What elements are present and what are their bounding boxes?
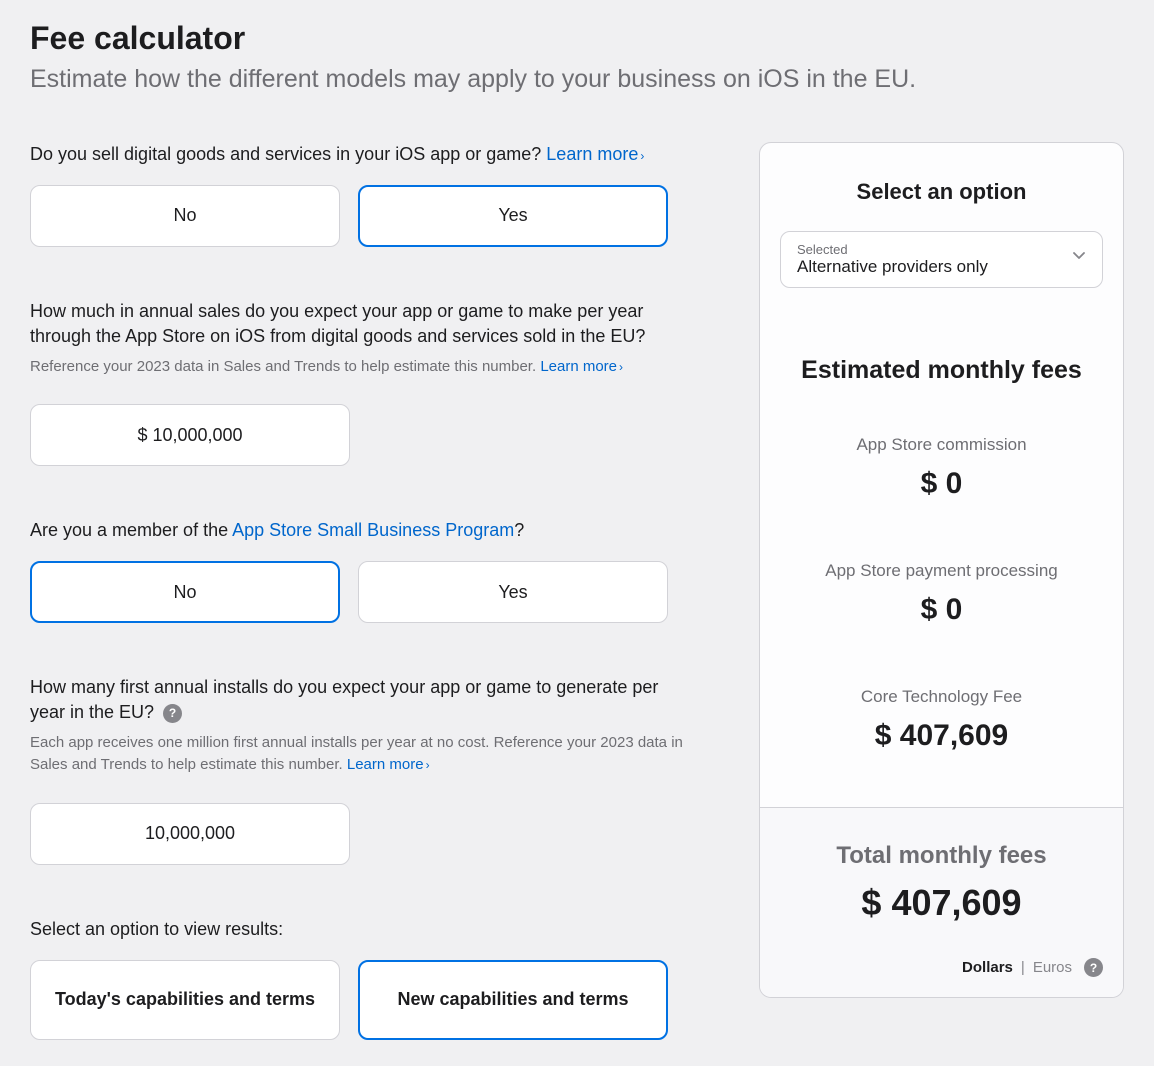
q4-helper: Each app receives one million first annu… bbox=[30, 732, 689, 777]
provider-select[interactable]: Selected Alternative providers only bbox=[780, 231, 1103, 288]
help-icon[interactable]: ? bbox=[163, 704, 182, 723]
page-subtitle: Estimate how the different models may ap… bbox=[30, 65, 1124, 94]
total-value: $ 407,609 bbox=[780, 882, 1103, 924]
fee-processing: App Store payment processing $ 0 bbox=[780, 561, 1103, 627]
page-title: Fee calculator bbox=[30, 20, 1124, 57]
q4-question: How many first annual installs do you ex… bbox=[30, 675, 689, 725]
currency-dollars[interactable]: Dollars bbox=[962, 959, 1013, 976]
q2-question: How much in annual sales do you expect y… bbox=[30, 299, 689, 349]
q1-text: Do you sell digital goods and services i… bbox=[30, 144, 541, 164]
q1-learn-more-link[interactable]: Learn more› bbox=[546, 144, 644, 164]
select-label: Selected bbox=[797, 242, 1086, 257]
q3-question: Are you a member of the App Store Small … bbox=[30, 518, 689, 543]
fee-ctf-label: Core Technology Fee bbox=[780, 687, 1103, 707]
chevron-down-icon bbox=[1072, 248, 1086, 267]
chevron-right-icon: › bbox=[619, 358, 623, 376]
estimated-fees-title: Estimated monthly fees bbox=[780, 356, 1103, 385]
total-section: Total monthly fees $ 407,609 Dollars | E… bbox=[760, 807, 1123, 997]
q3-option-no[interactable]: No bbox=[30, 561, 340, 623]
select-value: Alternative providers only bbox=[797, 257, 1086, 277]
divider: | bbox=[1021, 959, 1025, 976]
q2-learn-more-link[interactable]: Learn more› bbox=[540, 358, 623, 375]
fee-commission-label: App Store commission bbox=[780, 435, 1103, 455]
q1-option-no[interactable]: No bbox=[30, 185, 340, 247]
results-panel: Select an option Selected Alternative pr… bbox=[759, 142, 1124, 998]
q2-helper: Reference your 2023 data in Sales and Tr… bbox=[30, 356, 689, 379]
fee-processing-value: $ 0 bbox=[780, 593, 1103, 627]
currency-help-icon[interactable]: ? bbox=[1084, 958, 1103, 977]
annual-installs-input[interactable]: 10,000,000 bbox=[30, 803, 350, 865]
currency-toggle: Dollars | Euros ? bbox=[780, 958, 1103, 977]
sbp-link[interactable]: App Store Small Business Program bbox=[232, 520, 514, 540]
q5-option-new[interactable]: New capabilities and terms bbox=[358, 960, 668, 1040]
panel-select-title: Select an option bbox=[780, 179, 1103, 205]
fee-ctf-value: $ 407,609 bbox=[780, 719, 1103, 753]
q3-option-yes[interactable]: Yes bbox=[358, 561, 668, 623]
q4-learn-more-link[interactable]: Learn more› bbox=[347, 756, 430, 773]
q1-question: Do you sell digital goods and services i… bbox=[30, 142, 689, 167]
q5-option-today[interactable]: Today's capabilities and terms bbox=[30, 960, 340, 1040]
q1-option-yes[interactable]: Yes bbox=[358, 185, 668, 247]
fee-commission-value: $ 0 bbox=[780, 467, 1103, 501]
total-label: Total monthly fees bbox=[780, 842, 1103, 870]
fee-commission: App Store commission $ 0 bbox=[780, 435, 1103, 501]
annual-sales-input[interactable]: $ 10,000,000 bbox=[30, 404, 350, 466]
chevron-right-icon: › bbox=[426, 756, 430, 774]
chevron-right-icon: › bbox=[640, 148, 644, 165]
currency-euros[interactable]: Euros bbox=[1033, 959, 1072, 976]
q5-question: Select an option to view results: bbox=[30, 917, 689, 942]
fee-ctf: Core Technology Fee $ 407,609 bbox=[780, 687, 1103, 753]
fee-processing-label: App Store payment processing bbox=[780, 561, 1103, 581]
form-column: Do you sell digital goods and services i… bbox=[30, 142, 689, 1040]
